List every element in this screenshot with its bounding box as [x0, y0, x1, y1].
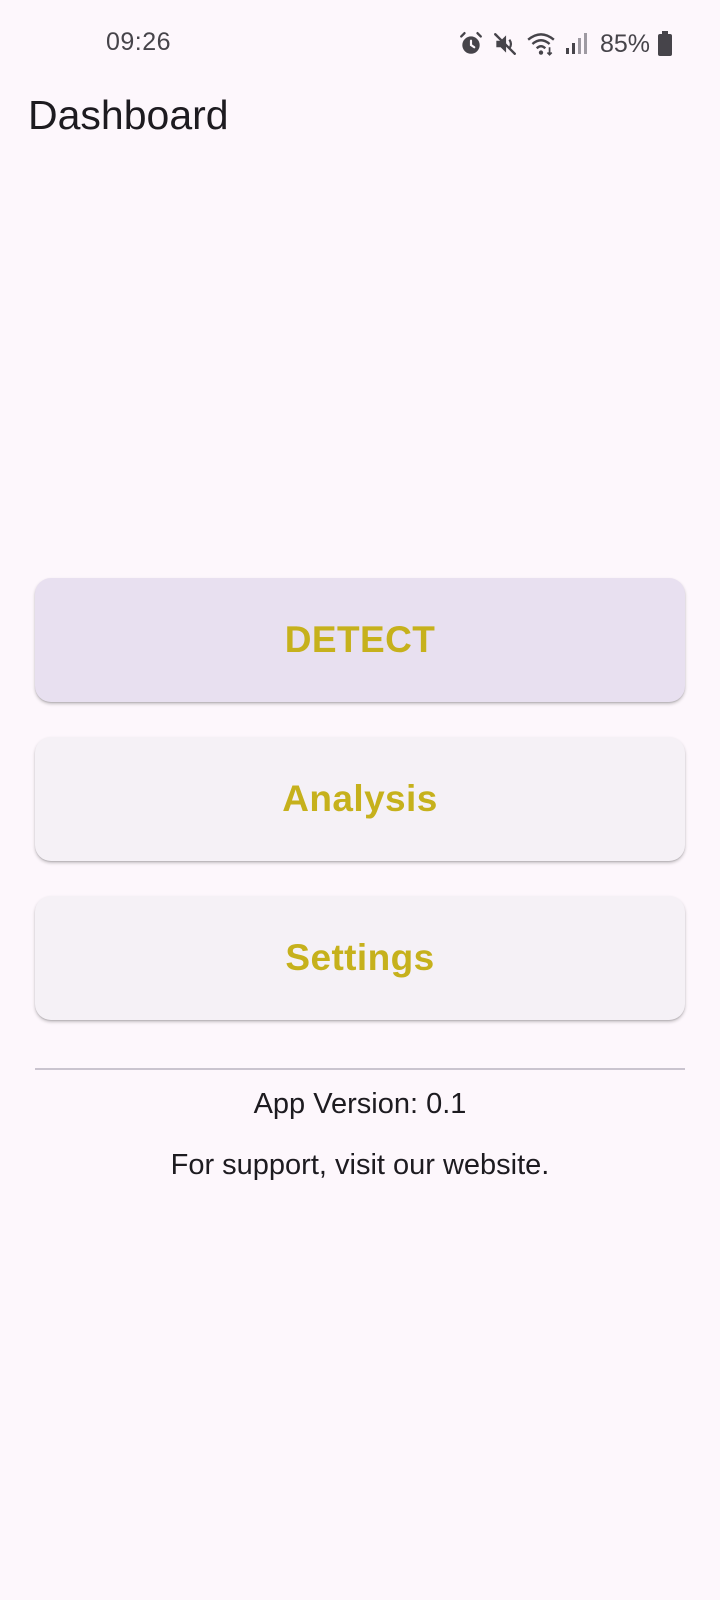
wifi-icon: [526, 31, 556, 57]
status-bar: 09:26 85%: [0, 0, 720, 88]
divider: [35, 1068, 685, 1070]
dashboard-screen: 09:26 85% Dashboard DETECT Analysis Sett…: [0, 0, 720, 1600]
alarm-icon: [458, 31, 484, 57]
analysis-button[interactable]: Analysis: [35, 737, 685, 861]
battery-icon: [658, 31, 672, 57]
battery-percent: 85%: [599, 29, 650, 58]
signal-icon: [564, 31, 588, 57]
status-icons: 85%: [458, 28, 672, 60]
detect-button[interactable]: DETECT: [35, 578, 685, 702]
page-title: Dashboard: [28, 92, 229, 138]
mute-icon: [492, 31, 518, 57]
app-version-text: App Version: 0.1: [253, 1088, 467, 1120]
status-time: 09:26: [106, 28, 172, 56]
support-text: For support, visit our website.: [170, 1149, 550, 1181]
settings-button[interactable]: Settings: [35, 896, 685, 1020]
